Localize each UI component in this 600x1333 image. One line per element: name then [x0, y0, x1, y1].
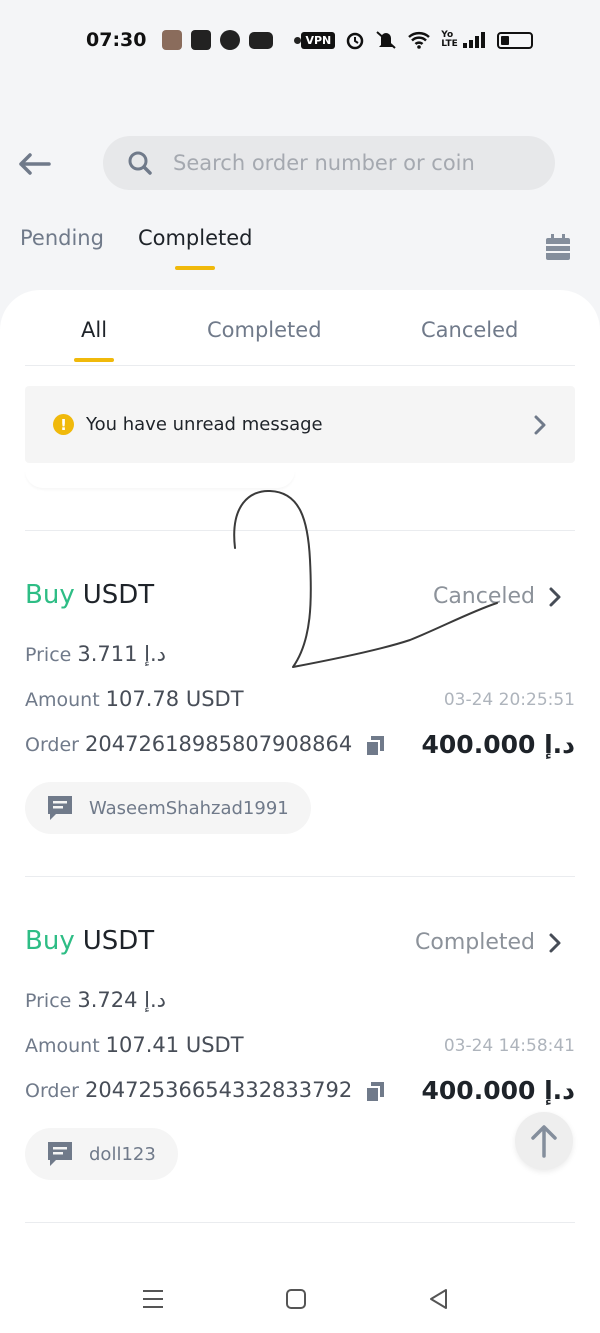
search-bar[interactable]: [103, 136, 555, 190]
more-notifications-dot: [294, 36, 302, 44]
back-arrow-icon: [19, 153, 51, 175]
order-label: Order: [25, 734, 79, 756]
counterparty-chat-chip[interactable]: WaseemShahzad1991: [25, 782, 311, 834]
counterparty-name: doll123: [89, 1143, 156, 1165]
order-side: Buy: [25, 926, 75, 956]
tab-completed[interactable]: Completed: [138, 226, 253, 270]
order-title[interactable]: Buy USDT: [25, 580, 154, 610]
order-price-row: Price 3.711 د.إ: [25, 642, 166, 666]
order-coin: USDT: [82, 580, 155, 610]
notification-icons: [162, 30, 302, 50]
calendar-icon: [546, 234, 570, 260]
contact-photo-icon: [162, 30, 183, 50]
order-price: 3.711 د.إ: [77, 642, 167, 666]
signal-icon: [463, 32, 486, 48]
mute-icon: [376, 31, 396, 49]
tab-filter-completed[interactable]: Completed: [207, 318, 322, 362]
app-notification-icon: [191, 30, 212, 50]
tab-filter-canceled[interactable]: Canceled: [421, 318, 518, 362]
vpn-badge: VPN: [301, 31, 336, 49]
order-status: Canceled: [432, 584, 535, 609]
order-side: Buy: [25, 580, 75, 610]
divider: [25, 1222, 575, 1223]
order-card[interactable]: Buy USDT Completed Price 3.724 د.إ Amount 1…: [25, 926, 575, 1246]
order-amount: 107.78 USDT: [105, 687, 244, 711]
youtube-icon: [249, 31, 274, 49]
order-price-row: Price 3.724 د.إ: [25, 988, 166, 1012]
menu-icon[interactable]: [138, 1284, 168, 1314]
order-time: 03-24 20:25:51: [443, 690, 575, 710]
search-input[interactable]: [173, 151, 533, 175]
order-title[interactable]: Buy USDT: [25, 926, 154, 956]
arrow-up-icon: [531, 1125, 557, 1158]
tab-all[interactable]: All: [74, 318, 115, 362]
amount-label: Amount: [25, 689, 100, 711]
order-number: 20472618985807908864: [85, 732, 353, 756]
order-amount-row: Amount 107.78 USDT: [25, 687, 244, 711]
collapsed-item: [25, 470, 295, 488]
order-number-row: Order 20472536654332833792: [25, 1078, 385, 1102]
scroll-to-top-button[interactable]: [515, 1112, 573, 1170]
order-label: Order: [25, 1080, 79, 1102]
chevron-right-icon: [534, 415, 546, 434]
battery-icon: [497, 31, 534, 49]
unread-message-text: You have unread message: [86, 414, 323, 435]
wifi-icon: [408, 32, 431, 49]
chevron-right-icon[interactable]: [545, 932, 565, 954]
order-coin: USDT: [82, 926, 155, 956]
search-icon: [128, 151, 152, 175]
top-tabs: Pending Completed: [20, 226, 253, 270]
counterparty-chat-chip[interactable]: doll123: [25, 1128, 178, 1180]
order-status: Completed: [415, 930, 535, 955]
divider: [25, 530, 575, 531]
system-icons: VPN Yo LTE: [301, 30, 534, 50]
tab-pending[interactable]: Pending: [20, 226, 104, 270]
app-notification-icon: [220, 30, 241, 50]
order-total: 400.000 د.إ: [421, 730, 575, 759]
network-label: Yo LTE: [441, 30, 458, 49]
counterparty-name: WaseemShahzad1991: [89, 797, 289, 819]
order-amount: 107.41 USDT: [105, 1033, 244, 1057]
status-time: 07:30: [86, 29, 147, 51]
order-number-row: Order 20472618985807908864: [25, 732, 385, 756]
order-price: 3.724 د.إ: [77, 988, 167, 1012]
price-label: Price: [25, 644, 72, 666]
order-time: 03-24 14:58:41: [443, 1036, 575, 1056]
chat-icon: [48, 1142, 72, 1166]
calendar-button[interactable]: [546, 234, 570, 260]
order-total: 400.000 د.إ: [421, 1076, 575, 1105]
alarm-icon: [347, 32, 364, 50]
unread-message-banner[interactable]: ! You have unread message: [25, 386, 575, 463]
orders-sheet: All Completed Canceled ! You have unread…: [0, 290, 600, 1270]
back-button[interactable]: [12, 142, 56, 186]
chevron-right-icon[interactable]: [545, 586, 565, 608]
amount-label: Amount: [25, 1035, 100, 1057]
divider: [25, 876, 575, 877]
order-card[interactable]: Buy USDT Canceled Price 3.711 د.إ Amount 10…: [25, 580, 575, 900]
order-amount-row: Amount 107.41 USDT: [25, 1033, 244, 1057]
copy-icon[interactable]: [366, 735, 385, 756]
chat-icon: [48, 796, 72, 820]
status-bar: 07:30 VPN Yo LTE: [0, 0, 600, 80]
system-nav-bar: [0, 1270, 600, 1333]
filter-tabs: All Completed Canceled: [25, 290, 575, 366]
copy-icon[interactable]: [366, 1081, 385, 1102]
home-icon[interactable]: [281, 1284, 311, 1314]
back-nav-icon[interactable]: [424, 1284, 454, 1314]
warning-icon: !: [53, 414, 74, 435]
price-label: Price: [25, 990, 72, 1012]
order-number: 20472536654332833792: [85, 1078, 353, 1102]
